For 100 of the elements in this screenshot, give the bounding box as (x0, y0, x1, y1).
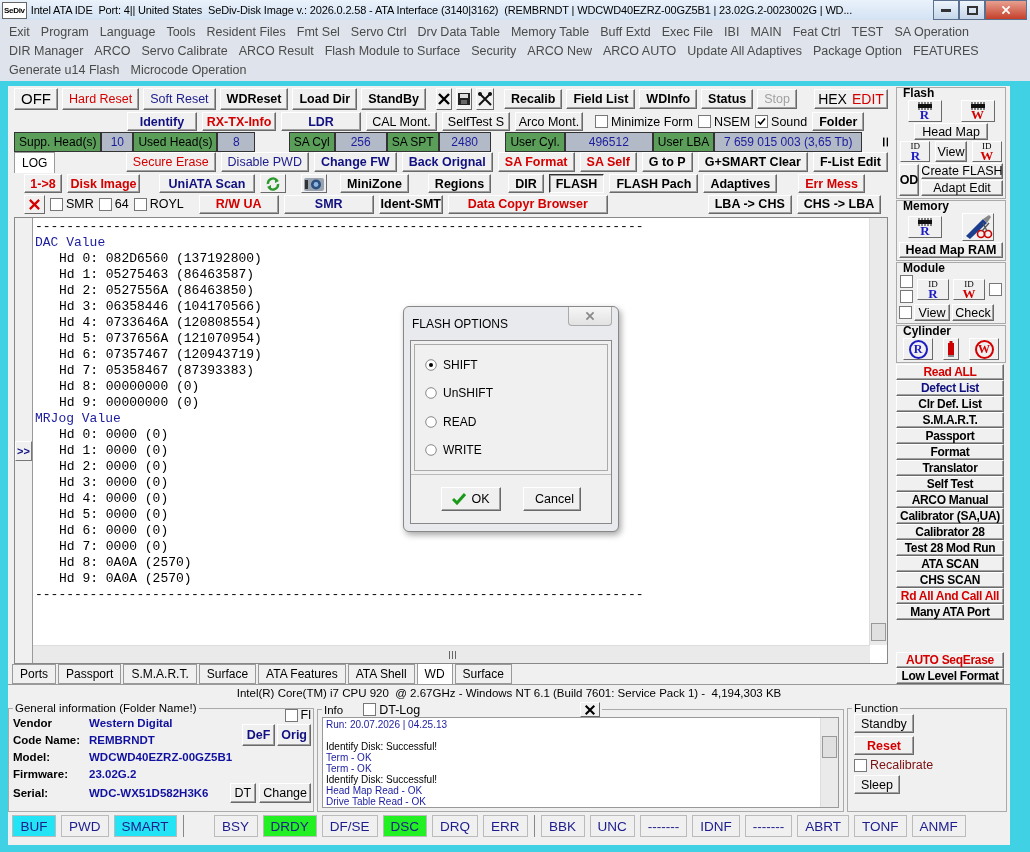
toolbar-button[interactable]: LDR (281, 112, 361, 131)
toolbar-button[interactable]: 1->8 (24, 174, 62, 193)
toolbar-button[interactable]: Head Map (914, 123, 988, 140)
id-button[interactable]: ID R (917, 278, 949, 300)
menu-item[interactable]: ARCO New (527, 43, 592, 59)
menu-item[interactable]: MAIN (750, 24, 782, 40)
checkbox[interactable] (900, 275, 913, 288)
toolbar-button[interactable]: SelfTest S (442, 112, 510, 131)
menu-item[interactable]: IBI (724, 24, 740, 40)
toolbar-button[interactable]: FLASH (548, 174, 605, 193)
toolbar-button[interactable]: Adaptives (703, 174, 778, 193)
toolbar-button[interactable]: OD (899, 163, 919, 196)
menu-item[interactable]: Resident Files (206, 24, 286, 40)
toolbar-button[interactable]: WDReset (219, 87, 289, 110)
log-tab[interactable]: LOG (14, 152, 56, 173)
toolbar-button[interactable]: SA Self (579, 152, 637, 172)
toolbar-button[interactable]: MiniZone (340, 174, 409, 193)
side-button[interactable]: Test 28 Mod Run (896, 540, 1004, 556)
menu-item[interactable]: Tools (166, 24, 196, 40)
menu-item[interactable]: ARCO AUTO (602, 43, 677, 59)
tab[interactable]: Surface (454, 664, 512, 684)
minimize-button[interactable] (933, 0, 959, 20)
toolbar-button[interactable]: Regions (427, 174, 492, 193)
toolbar-button[interactable]: G to P (641, 152, 693, 172)
side-button[interactable]: Passport (896, 428, 1004, 444)
side-button[interactable]: Read ALL (896, 364, 1004, 380)
toolbar-button[interactable]: Change (259, 782, 311, 803)
menu-item[interactable]: Program (40, 24, 89, 40)
toolbar-button[interactable]: Reset (854, 736, 914, 755)
toolbar-button[interactable]: G+SMART Clear (697, 152, 808, 172)
toolbar-button[interactable]: Err Mess (798, 174, 865, 193)
ok-button[interactable]: OK (441, 487, 501, 511)
side-button[interactable]: ATA SCAN (896, 556, 1004, 572)
checkbox[interactable] (133, 197, 147, 211)
vertical-scrollbar[interactable] (820, 718, 838, 807)
toolbar-button[interactable]: View (914, 304, 950, 321)
menu-item[interactable]: Update All Adaptives (687, 43, 802, 59)
menu-item[interactable]: Buff Extd (600, 24, 651, 40)
radio-button[interactable] (425, 387, 437, 400)
menu-item[interactable]: ARCO (94, 43, 131, 59)
toolbar-button[interactable]: Back Orignal (401, 152, 493, 172)
toolbar-button[interactable]: LBA -> CHS (707, 194, 792, 214)
toolbar-button[interactable]: Orig (277, 724, 311, 746)
toolbar-button[interactable]: R/W UA (198, 194, 279, 214)
tools-button[interactable] (476, 87, 495, 110)
radio-button[interactable] (425, 415, 437, 428)
toolbar-button[interactable]: Hard Reset (62, 87, 140, 110)
refresh-button[interactable] (260, 174, 286, 193)
checkbox[interactable] (989, 282, 1002, 296)
menu-item[interactable]: TEST (851, 24, 884, 40)
toolbar-button[interactable]: WDInfo (639, 88, 698, 109)
toolbar-button[interactable]: FLASH Pach (609, 174, 699, 193)
toolbar-button[interactable]: Status (701, 88, 754, 109)
checkbox[interactable] (697, 115, 711, 128)
toolbar-button[interactable]: Change FW (313, 152, 397, 172)
cylinder-read-button[interactable]: R (903, 338, 933, 360)
side-button[interactable]: AUTO SeqErase (896, 652, 1004, 668)
toolbar-button[interactable]: StandBy (361, 87, 426, 110)
menu-item[interactable]: Exit (9, 24, 30, 40)
id-button[interactable]: ID R (900, 141, 931, 162)
toolbar-button[interactable]: Field List (566, 88, 636, 109)
flash-read-button[interactable]: R (907, 100, 942, 122)
side-button[interactable]: CHS SCAN (896, 572, 1004, 588)
checkbox[interactable] (284, 708, 298, 722)
side-button[interactable]: Clr Def. List (896, 396, 1004, 412)
id-button[interactable]: ID W (971, 141, 1002, 162)
menu-item[interactable]: SA Operation (894, 24, 969, 40)
memory-read-button[interactable]: R (908, 216, 942, 238)
menu-item[interactable]: Drv Data Table (417, 24, 500, 40)
hex-edit-button[interactable]: HEX EDIT (814, 88, 888, 109)
expand-button[interactable]: >> (15, 440, 32, 461)
toolbar-button[interactable]: Folder (812, 112, 865, 131)
toolbar-button[interactable]: Secure Erase (125, 152, 216, 172)
toolbar-button[interactable]: SMR (283, 194, 374, 214)
cutter-button[interactable] (962, 213, 994, 241)
toolbar-button[interactable]: CHS -> LBA (796, 194, 882, 214)
menu-item[interactable]: Language (99, 24, 156, 40)
clear-button[interactable] (24, 194, 45, 214)
checkbox[interactable] (50, 197, 63, 211)
horizontal-scrollbar[interactable] (33, 645, 870, 663)
toolbar-button[interactable]: Data Copyr Browser (447, 194, 608, 214)
tab[interactable]: Passport (58, 664, 122, 684)
checkbox[interactable] (595, 115, 608, 128)
cancel-button[interactable]: Cancel (523, 487, 581, 511)
menu-item[interactable]: Package Option (813, 43, 902, 59)
checkbox[interactable] (755, 115, 769, 128)
menu-item[interactable]: Feat Ctrl (792, 24, 841, 40)
side-button[interactable]: Low Level Format (896, 668, 1004, 684)
toolbar-button[interactable]: Create FLASH (921, 163, 1003, 179)
checkbox[interactable] (363, 703, 377, 716)
menu-item[interactable]: Flash Module to Surface (324, 43, 461, 59)
save-button[interactable] (456, 87, 473, 110)
toolbar-button[interactable]: DIR (508, 174, 544, 193)
menu-item[interactable]: Generate u14 Flash (9, 62, 120, 78)
toolbar-button[interactable]: CAL Mont. (366, 112, 437, 131)
side-button[interactable]: Many ATA Port (896, 604, 1004, 620)
tab[interactable]: Ports (12, 664, 56, 684)
side-button[interactable]: Rd All And Call All (896, 588, 1004, 604)
side-button[interactable]: S.M.A.R.T. (896, 412, 1004, 428)
toolbar-button[interactable]: Adapt Edit (921, 180, 1003, 196)
